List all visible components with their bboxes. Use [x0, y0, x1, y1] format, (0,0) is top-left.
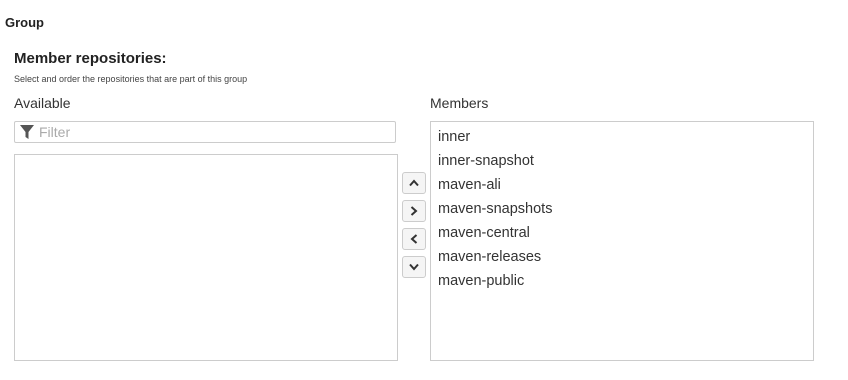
available-list[interactable] [14, 154, 398, 361]
add-to-members-button[interactable] [402, 200, 426, 222]
member-item[interactable]: inner [431, 125, 813, 149]
member-item[interactable]: maven-ali [431, 173, 813, 197]
remove-from-members-button[interactable] [402, 228, 426, 250]
filter-box[interactable] [14, 121, 396, 143]
chevron-up-icon [409, 179, 419, 187]
member-item[interactable]: maven-snapshots [431, 197, 813, 221]
member-item[interactable]: maven-public [431, 269, 813, 293]
section-title: Group [5, 15, 44, 30]
members-list[interactable]: inner inner-snapshot maven-ali maven-sna… [430, 121, 814, 361]
chevron-left-icon [410, 234, 418, 244]
chevron-right-icon [410, 206, 418, 216]
field-label: Member repositories: [14, 50, 167, 67]
move-up-button[interactable] [402, 172, 426, 194]
available-label: Available [14, 95, 71, 111]
move-down-button[interactable] [402, 256, 426, 278]
member-item[interactable]: maven-central [431, 221, 813, 245]
chevron-down-icon [409, 263, 419, 271]
filter-icon [19, 124, 35, 140]
members-label: Members [430, 95, 489, 111]
member-item[interactable]: inner-snapshot [431, 149, 813, 173]
group-form: Group Member repositories: Select and or… [0, 0, 848, 380]
filter-input[interactable] [39, 124, 379, 140]
field-help-text: Select and order the repositories that a… [14, 74, 248, 84]
member-item[interactable]: maven-releases [431, 245, 813, 269]
